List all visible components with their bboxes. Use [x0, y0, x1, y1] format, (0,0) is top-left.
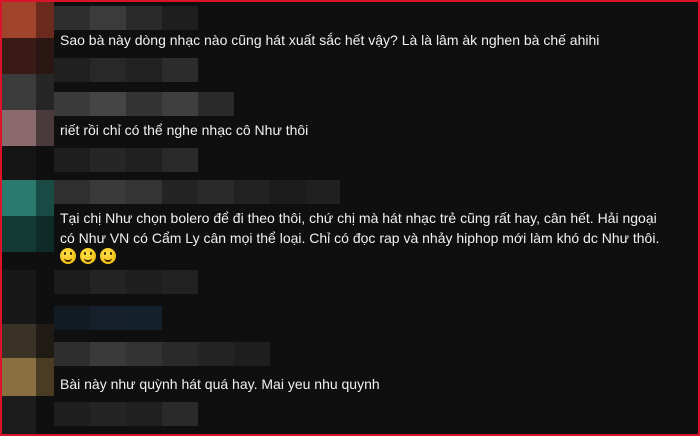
avatar-pixel [0, 74, 36, 110]
avatar-pixel [0, 270, 36, 324]
avatar[interactable] [0, 358, 36, 396]
avatar-pixel [36, 110, 54, 146]
avatar-pixel [36, 180, 54, 216]
avatar-pixel [0, 396, 36, 436]
avatar-pixel [36, 324, 54, 358]
comment-text: Bài này như quỳnh hát quá hay. Mai yeu n… [60, 376, 380, 392]
comment-text-line-2: có Như VN có Cẩm Ly cân mọi thể loại. Ch… [60, 230, 660, 246]
comment-text: riết rồi chỉ có thể nghe nhạc cô Như thô… [60, 122, 309, 138]
avatar-pixel [36, 358, 54, 396]
avatar-pixel [0, 324, 36, 358]
comment-text: Sao bà này dòng nhạc nào cũng hát xuất s… [60, 32, 600, 48]
emoji-row [60, 248, 116, 264]
avatar-pixel [36, 216, 54, 252]
avatar-pixel [36, 74, 54, 110]
avatar-pixel [0, 38, 36, 74]
avatar[interactable] [0, 110, 36, 146]
avatar-column [0, 0, 54, 436]
smiley-emoji [60, 248, 76, 264]
avatar-pixel [36, 38, 54, 74]
avatar-pixel [36, 0, 54, 38]
smiley-emoji [100, 248, 116, 264]
avatar[interactable] [0, 180, 36, 216]
avatar-pixel [0, 216, 36, 252]
avatar-pixel [0, 146, 36, 180]
comment-text-line-1: Tại chị Như chọn bolero để đi theo thôi,… [60, 210, 657, 226]
avatar[interactable] [0, 0, 36, 38]
smiley-emoji [80, 248, 96, 264]
